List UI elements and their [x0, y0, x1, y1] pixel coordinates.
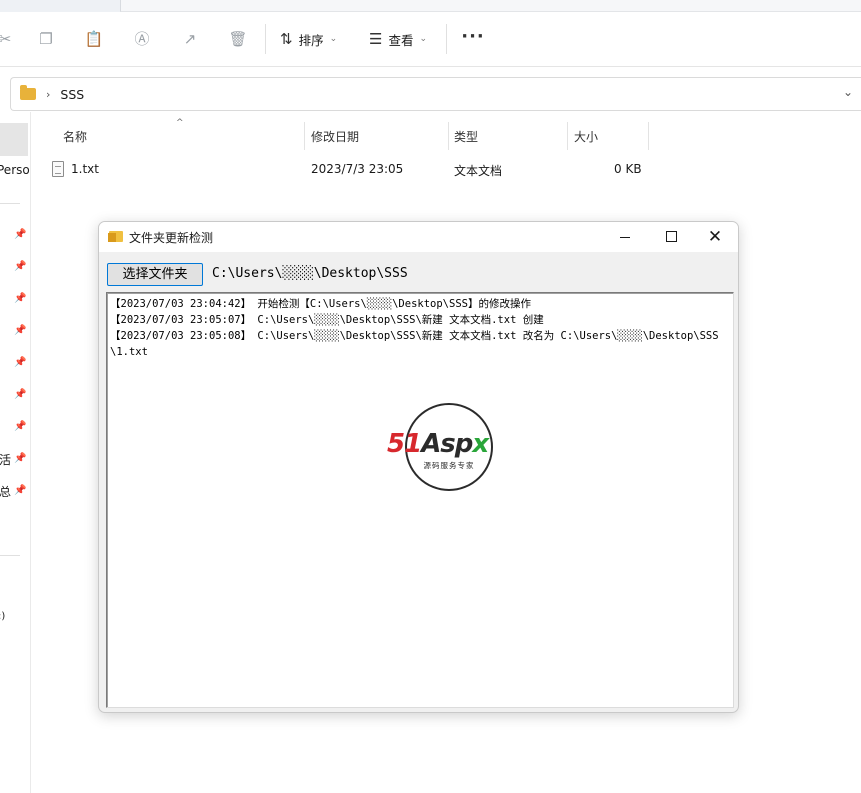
nav-item-selected[interactable]: [0, 123, 28, 156]
nav-item-drive[interactable]: :): [0, 611, 5, 622]
text-file-icon: [52, 161, 64, 177]
delete-icon[interactable]: 🗑: [227, 28, 249, 50]
view-button[interactable]: ☰ 查看 ⌄: [369, 26, 427, 52]
chevron-down-icon: ⌄: [329, 34, 338, 44]
tab-strip: [0, 0, 861, 12]
sort-icon: ⇅: [280, 30, 293, 48]
breadcrumb-separator-icon: ›: [46, 87, 51, 101]
column-header-size[interactable]: 大小: [574, 122, 598, 150]
column-divider[interactable]: [648, 122, 649, 150]
pin-icon: 📌: [14, 357, 27, 368]
file-type: 文本文档: [454, 164, 503, 178]
maximize-button[interactable]: [648, 222, 694, 252]
log-line: 【2023/07/03 23:05:07】 C:\Users\░░░░\Desk…: [110, 314, 544, 326]
file-row[interactable]: 1.txt 2023/7/3 23:05 文本文档 0 KB: [52, 158, 652, 182]
window-title: 文件夹更新检测: [129, 231, 214, 245]
pin-icon: 📌: [14, 325, 27, 336]
nav-item-quick-access-b[interactable]: 总: [0, 483, 11, 500]
logo-tagline: 源码服务专家: [423, 461, 475, 470]
chevron-down-icon[interactable]: ⌄: [843, 85, 853, 99]
pin-icon: 📌: [14, 389, 27, 400]
watermark-logo: 51Aspx 源码服务专家: [387, 403, 515, 495]
paste-icon[interactable]: 📋: [83, 28, 105, 50]
copy-icon[interactable]: ❐: [35, 28, 57, 50]
share-icon[interactable]: ↗: [179, 28, 201, 50]
selected-path-label: C:\Users\░░░░\Desktop\SSS: [212, 266, 408, 281]
column-header-type[interactable]: 类型: [454, 122, 478, 150]
pin-icon: 📌: [14, 229, 27, 240]
choose-folder-button[interactable]: 选择文件夹: [107, 263, 203, 286]
log-textbox[interactable]: 【2023/07/03 23:04:42】 开始检测【C:\Users\░░░░…: [106, 292, 734, 708]
folder-monitor-window: 文件夹更新检测 ✕ 选择文件夹 C:\Users\░░░░\Desktop\SS…: [98, 221, 739, 713]
address-bar[interactable]: › SSS ⌄: [10, 77, 861, 111]
navigation-pane: Perso 📌 📌 📌 📌 📌 📌 📌 活 📌 总 📌 :): [0, 112, 31, 793]
pin-icon: 📌: [14, 485, 27, 496]
cut-icon[interactable]: ✂: [0, 28, 16, 50]
sort-button[interactable]: ⇅ 排序 ⌄: [280, 26, 337, 52]
pin-icon: 📌: [14, 261, 27, 272]
view-icon: ☰: [369, 30, 383, 48]
log-line: 【2023/07/03 23:05:08】 C:\Users\░░░░\Desk…: [110, 330, 719, 358]
close-button[interactable]: ✕: [692, 222, 738, 252]
file-size: 0 KB: [614, 162, 642, 176]
window-titlebar[interactable]: 文件夹更新检测 ✕: [99, 222, 738, 252]
view-label: 查看: [388, 32, 414, 48]
column-divider[interactable]: [567, 122, 568, 150]
column-divider[interactable]: [448, 122, 449, 150]
pin-icon: 📌: [14, 453, 27, 464]
nav-divider: [0, 555, 20, 556]
nav-divider: [0, 203, 20, 204]
column-header-name[interactable]: 名称: [63, 122, 87, 150]
toolbar-divider: [446, 24, 447, 54]
column-header-modified[interactable]: 修改日期: [311, 122, 359, 150]
more-options-button[interactable]: ···: [460, 24, 486, 54]
column-divider[interactable]: [304, 122, 305, 150]
close-icon: ✕: [707, 227, 723, 247]
folder-icon: [108, 231, 123, 242]
folder-icon: [20, 85, 36, 100]
logo-brand: 51Aspx: [387, 429, 489, 459]
breadcrumb-sss[interactable]: SSS: [60, 87, 84, 102]
sort-ascending-icon: ^: [176, 118, 184, 128]
minimize-button[interactable]: [602, 222, 648, 252]
log-line: 【2023/07/03 23:04:42】 开始检测【C:\Users\░░░░…: [110, 298, 531, 310]
command-bar: ✂ ❐ 📋 Ⓐ ↗ 🗑 ⇅ 排序 ⌄ ☰ 查看 ⌄ ···: [0, 12, 861, 67]
rename-icon[interactable]: Ⓐ: [131, 28, 153, 50]
nav-item-personal[interactable]: Perso: [0, 163, 30, 177]
toolbar-divider: [265, 24, 266, 54]
file-modified: 2023/7/3 23:05: [311, 162, 404, 176]
pin-icon: 📌: [14, 421, 27, 432]
pin-icon: 📌: [14, 293, 27, 304]
file-name: 1.txt: [71, 162, 99, 176]
sort-label: 排序: [298, 32, 324, 48]
explorer-tab[interactable]: [120, 0, 861, 12]
nav-item-quick-access-a[interactable]: 活: [0, 451, 11, 468]
chevron-down-icon: ⌄: [419, 34, 428, 44]
